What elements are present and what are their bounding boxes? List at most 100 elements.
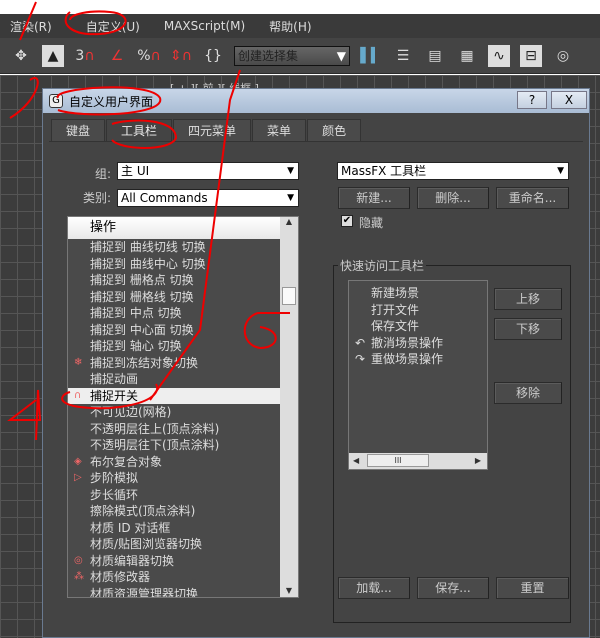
hide-checkbox[interactable]: ✔ xyxy=(341,215,353,227)
action-label: 材质资源管理器切换 xyxy=(90,586,199,598)
list-header[interactable]: 操作 xyxy=(68,217,280,239)
material-editor-icon: ◎ xyxy=(74,554,83,566)
new-toolbar-button[interactable]: 新建... xyxy=(338,187,410,209)
action-label: 捕捉动画 xyxy=(90,372,139,386)
upload-icon[interactable]: ▲ xyxy=(42,44,64,67)
quick-list-hscrollbar[interactable]: ◀ III ▶ xyxy=(349,453,487,469)
scroll-left-icon[interactable]: ◀ xyxy=(353,456,359,465)
tab-quad-menus[interactable]: 四元菜单 xyxy=(173,119,252,141)
action-list-item[interactable]: 步长循环 xyxy=(68,487,280,504)
scene-explorer-icon[interactable]: ▦ xyxy=(456,45,478,67)
reset-button[interactable]: 重置 xyxy=(496,577,569,599)
action-label: 材质修改器 xyxy=(90,570,151,584)
category-dropdown[interactable]: All Commands ▼ xyxy=(117,189,299,207)
quick-access-list[interactable]: 新建场景打开文件 保存文件 ↶ 撤消场景操作 ↷ 重做场景操作 ◀ III ▶ xyxy=(348,280,488,470)
move-down-button[interactable]: 下移 xyxy=(494,318,562,340)
action-list-item[interactable]: 材质/贴图浏览器切换 xyxy=(68,536,280,553)
help-button[interactable]: ? xyxy=(517,91,547,109)
angle-snap-icon[interactable]: ∠ xyxy=(106,45,128,67)
material-editor-icon[interactable]: ◎ xyxy=(552,45,574,67)
menu-render[interactable]: 渲染(R) xyxy=(10,18,52,35)
action-list-item[interactable]: 不透明层往下(顶点涂料) xyxy=(68,437,280,454)
action-list-item[interactable]: 不透明层往上(顶点涂料) xyxy=(68,421,280,438)
scroll-down-icon[interactable]: ▼ xyxy=(280,586,298,595)
action-list-item[interactable]: 捕捉到 栅格点 切换 xyxy=(68,272,280,289)
action-list-item[interactable]: 材质资源管理器切换 xyxy=(68,586,280,598)
move-up-button[interactable]: 上移 xyxy=(494,288,562,310)
action-list-item[interactable]: 捕捉到 栅格线 切换 xyxy=(68,289,280,306)
action-list-item[interactable]: 捕捉到 中心面 切换 xyxy=(68,322,280,339)
action-list-item[interactable]: ◈ 布尔复合对象 xyxy=(68,454,280,471)
mirror-icon[interactable]: ▌▍ xyxy=(360,45,382,67)
menu-customize[interactable]: 自定义(U) xyxy=(86,18,140,35)
quick-access-item[interactable]: 新建场景 xyxy=(349,285,487,302)
action-list-scrollbar[interactable]: ▲ ▼ xyxy=(280,217,298,597)
action-list-item[interactable]: 不可见边(网格) xyxy=(68,404,280,421)
action-list-item[interactable]: 捕捉动画 xyxy=(68,371,280,388)
tab-toolbars[interactable]: 工具栏 xyxy=(106,119,173,141)
action-list-item[interactable]: ◎ 材质编辑器切换 xyxy=(68,553,280,570)
curve-editor-icon[interactable]: ∿ xyxy=(488,44,510,67)
action-label: 步阶模拟 xyxy=(90,471,139,485)
chevron-down-icon: ▼ xyxy=(557,166,564,176)
action-list-item[interactable]: 捕捉到 轴心 切换 xyxy=(68,338,280,355)
redo-icon: ↷ xyxy=(355,352,366,366)
close-button[interactable]: X xyxy=(551,91,587,109)
snap-toggle-icon: ∩ xyxy=(74,389,82,401)
snap-3d-label: 3 xyxy=(75,47,85,64)
spinner-snap-icon[interactable]: ⇕∩ xyxy=(170,45,192,67)
action-label: 材质编辑器切换 xyxy=(90,553,175,568)
snap-3d-icon[interactable]: 3 ∩ xyxy=(74,45,96,67)
hscroll-thumb[interactable]: III xyxy=(367,454,429,467)
align-icon[interactable]: ☰ xyxy=(392,45,414,67)
tab-colors[interactable]: 颜色 xyxy=(307,119,362,141)
load-button[interactable]: 加载... xyxy=(338,577,410,599)
layer-icon[interactable]: ▤ xyxy=(424,45,446,67)
action-label: 步长循环 xyxy=(90,487,139,502)
scroll-thumb[interactable] xyxy=(282,287,296,305)
delete-toolbar-button[interactable]: 删除... xyxy=(417,187,489,209)
action-list-item[interactable]: 捕捉到 曲线中心 切换 xyxy=(68,256,280,273)
scroll-up-icon[interactable]: ▲ xyxy=(280,217,298,226)
quick-access-group: 快速访问工具栏 新建场景 打开文件 保存文件 ↶ 撤消场景操作 ↷ 重做场景操作 ◀ III… xyxy=(333,257,571,623)
dialog-titlebar[interactable]: G 自定义用户界面 ? X xyxy=(43,89,589,113)
quick-item-label: 新建场景 xyxy=(371,286,420,300)
chevron-down-icon: ▼ xyxy=(287,166,294,176)
action-list-item[interactable]: 擦除模式(顶点涂料) xyxy=(68,503,280,520)
percent-snap-icon[interactable]: % ∩ xyxy=(137,45,161,67)
rename-toolbar-button[interactable]: 重命名... xyxy=(496,187,569,209)
quick-access-item[interactable]: ↷ 重做场景操作 xyxy=(349,351,487,368)
edit-named-selection-icon[interactable]: {} xyxy=(202,45,224,67)
dialog-title: 自定义用户界面 xyxy=(69,94,154,109)
toolbar-dropdown[interactable]: MassFX 工具栏 ▼ xyxy=(337,162,569,180)
menu-help[interactable]: 帮助(H) xyxy=(269,18,311,35)
action-label: 捕捉到 曲线中心 切换 xyxy=(90,256,206,271)
action-list-item[interactable]: 捕捉到 曲线切线 切换 xyxy=(68,239,280,256)
action-list[interactable]: 操作 捕捉到 曲线切线 切换 捕捉到 曲线中心 切换 捕捉到 栅格点 切换 捕捉到 栅… xyxy=(67,216,299,598)
quick-access-item[interactable]: ↶ 撤消场景操作 xyxy=(349,335,487,352)
schematic-view-icon[interactable]: ⊟ xyxy=(520,44,542,67)
named-selection-set-dropdown[interactable]: 创建选择集 ▼ xyxy=(234,45,350,66)
quick-item-label: 重做场景操作 xyxy=(371,352,444,366)
remove-button[interactable]: 移除 xyxy=(494,382,562,404)
group-dropdown[interactable]: 主 UI ▼ xyxy=(117,162,299,180)
action-list-item[interactable]: ❄ 捕捉到冻结对象切换 xyxy=(68,355,280,372)
action-label: 捕捉到 中点 切换 xyxy=(90,306,182,320)
tab-keyboard[interactable]: 键盘 xyxy=(51,119,106,141)
action-list-item[interactable]: 捕捉到 中点 切换 xyxy=(68,305,280,322)
quick-access-item[interactable]: 保存文件 xyxy=(349,318,487,335)
action-list-item[interactable]: 材质 ID 对话框 xyxy=(68,520,280,537)
action-list-item[interactable]: ▷ 步阶模拟 xyxy=(68,470,280,487)
tab-menus[interactable]: 菜单 xyxy=(252,119,307,141)
scroll-right-icon[interactable]: ▶ xyxy=(475,456,481,465)
action-list-item[interactable]: ∩ 捕捉开关 xyxy=(68,387,280,404)
hide-label: 隐藏 xyxy=(359,216,384,230)
menu-maxscript[interactable]: MAXScript(M) xyxy=(164,19,245,33)
action-label: 材质/贴图浏览器切换 xyxy=(90,537,203,551)
quick-access-item[interactable]: 打开文件 xyxy=(349,302,487,319)
category-label: 类别: xyxy=(83,191,112,205)
save-button[interactable]: 保存... xyxy=(417,577,489,599)
move-gizmo-icon[interactable]: ✥ xyxy=(10,45,32,67)
action-list-item[interactable]: ⁂ 材质修改器 xyxy=(68,569,280,586)
action-label: 不透明层往上(顶点涂料) xyxy=(90,421,220,436)
